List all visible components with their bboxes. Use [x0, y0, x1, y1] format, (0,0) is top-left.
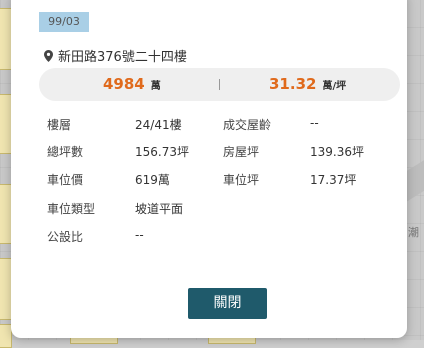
address-line: 新田路376號二十四樓 — [44, 46, 187, 65]
close-button[interactable]: 關閉 — [188, 288, 267, 319]
total-area-label: 總坪數 — [47, 145, 84, 159]
unit-price-value: 31.32 — [269, 75, 317, 93]
parking-area-value: 17.37坪 — [310, 173, 357, 187]
transaction-detail-modal: 99/03 新田路376號二十四樓 4984 萬 31.32 萬/坪 樓層 24… — [11, 0, 407, 338]
location-pin-icon — [44, 49, 53, 62]
house-area-label: 房屋坪 — [223, 145, 260, 159]
parking-type-value: 坡道平面 — [135, 202, 184, 216]
total-price: 4984 萬 — [103, 68, 161, 101]
unit-price-unit: 萬/坪 — [322, 81, 347, 92]
parking-price-label: 車位價 — [47, 173, 84, 187]
building-age-value: -- — [310, 116, 319, 130]
parking-type-label: 車位類型 — [47, 202, 96, 216]
floor-label: 樓層 — [47, 118, 72, 132]
floor-value: 24/41樓 — [135, 118, 182, 132]
public-ratio-value: -- — [135, 228, 144, 242]
transaction-date-badge: 99/03 — [39, 12, 89, 32]
total-price-value: 4984 — [103, 75, 145, 93]
parking-price-value: 619萬 — [135, 173, 170, 187]
total-area-value: 156.73坪 — [135, 145, 189, 159]
parking-area-label: 車位坪 — [223, 173, 260, 187]
price-summary-bar: 4984 萬 31.32 萬/坪 — [39, 68, 400, 101]
house-area-value: 139.36坪 — [310, 145, 364, 159]
public-ratio-label: 公設比 — [47, 230, 84, 244]
map-road-label: 潮 — [408, 226, 419, 239]
price-divider — [219, 79, 220, 90]
unit-price: 31.32 萬/坪 — [269, 68, 346, 101]
address-text: 新田路376號二十四樓 — [58, 50, 187, 65]
building-age-label: 成交屋齡 — [223, 118, 272, 132]
total-price-unit: 萬 — [150, 81, 161, 92]
